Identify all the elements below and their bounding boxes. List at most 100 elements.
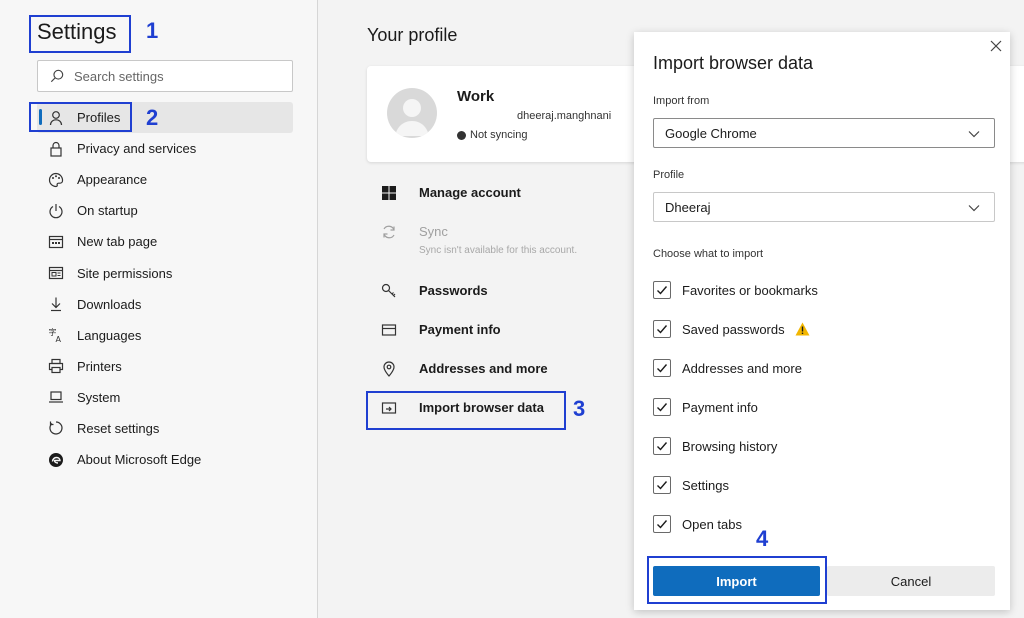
sync-item: Sync Sync isn't available for this accou…	[367, 224, 577, 256]
sidebar-item-new-tab[interactable]: New tab page	[37, 226, 293, 257]
location-icon	[377, 361, 401, 377]
checkmark-icon	[657, 286, 668, 295]
checkbox[interactable]	[653, 359, 671, 377]
sidebar-item-label: Appearance	[77, 172, 148, 188]
option-addresses[interactable]: Addresses and more	[653, 359, 802, 377]
sidebar-item-startup[interactable]: On startup	[37, 195, 293, 226]
sidebar-item-appearance[interactable]: Appearance	[37, 164, 293, 195]
languages-icon: 字A	[47, 326, 65, 344]
passwords-item[interactable]: Passwords	[367, 283, 488, 299]
checkmark-icon	[657, 364, 668, 373]
sidebar-item-label: Reset settings	[77, 420, 160, 436]
sidebar-item-downloads[interactable]: Downloads	[37, 289, 293, 320]
import-from-select[interactable]: Google Chrome	[653, 118, 995, 148]
sidebar-item-site-permissions[interactable]: Site permissions	[37, 257, 293, 288]
sidebar-item-label: Downloads	[77, 296, 142, 312]
sidebar-item-label: On startup	[77, 203, 138, 219]
option-favorites[interactable]: Favorites or bookmarks	[653, 281, 818, 299]
cancel-button[interactable]: Cancel	[827, 566, 995, 596]
reset-icon	[47, 419, 65, 437]
sidebar-item-printers[interactable]: Printers	[37, 351, 293, 382]
sidebar-item-label: Privacy and services	[77, 141, 197, 157]
option-label: Addresses and more	[682, 360, 802, 376]
passwords-label: Passwords	[419, 283, 488, 298]
manage-account-item[interactable]: Manage account	[367, 185, 521, 201]
sidebar-item-label: New tab page	[77, 234, 158, 250]
sync-off-icon	[457, 130, 466, 140]
search-icon	[50, 69, 64, 83]
checkmark-icon	[657, 403, 668, 412]
profile-select[interactable]: Dheeraj	[653, 192, 995, 222]
checkmark-icon	[657, 325, 668, 334]
option-payment-info[interactable]: Payment info	[653, 398, 758, 416]
option-history[interactable]: Browsing history	[653, 437, 777, 455]
sidebar-item-label: Site permissions	[77, 265, 173, 281]
option-label: Payment info	[682, 399, 758, 415]
svg-text:A: A	[56, 335, 62, 343]
checkbox[interactable]	[653, 281, 671, 299]
sidebar-item-privacy[interactable]: Privacy and services	[37, 133, 293, 164]
option-passwords[interactable]: Saved passwords	[653, 320, 810, 338]
search-box[interactable]	[37, 60, 293, 92]
checkbox[interactable]	[653, 437, 671, 455]
option-open-tabs[interactable]: Open tabs	[653, 515, 742, 533]
checkmark-icon	[657, 442, 668, 451]
option-label: Favorites or bookmarks	[682, 282, 818, 298]
lock-icon	[47, 140, 65, 158]
power-icon	[47, 202, 65, 220]
sidebar-item-about[interactable]: About Microsoft Edge	[37, 444, 293, 475]
annotation-box-4	[647, 556, 827, 604]
search-input[interactable]	[74, 68, 274, 84]
option-settings[interactable]: Settings	[653, 476, 729, 494]
warning-icon	[795, 322, 810, 336]
annotation-box-2	[29, 102, 132, 132]
profile-label: Profile	[653, 169, 685, 181]
manage-account-label: Manage account	[419, 185, 521, 200]
avatar[interactable]	[387, 88, 437, 138]
chevron-down-icon	[968, 205, 980, 212]
site-permissions-icon	[47, 264, 65, 282]
payment-info-label: Payment info	[419, 322, 501, 337]
chevron-down-icon	[968, 131, 980, 138]
annotation-number-3: 3	[573, 396, 586, 421]
key-icon	[377, 283, 401, 299]
annotation-number-2: 2	[146, 105, 159, 130]
card-icon	[377, 322, 401, 338]
checkbox[interactable]	[653, 320, 671, 338]
import-dialog: Import browser data Import from Google C…	[634, 32, 1010, 610]
edge-logo-icon	[47, 451, 65, 469]
annotation-number-1: 1	[146, 18, 159, 43]
sidebar-item-label: System	[77, 389, 121, 405]
checkbox[interactable]	[653, 515, 671, 533]
sync-icon	[377, 224, 401, 240]
settings-sidebar: Settings Profiles Privacy and services A…	[0, 0, 318, 618]
option-label: Settings	[682, 477, 729, 493]
addresses-item[interactable]: Addresses and more	[367, 361, 548, 377]
annotation-number-4: 4	[756, 526, 769, 551]
sync-status: Not syncing	[457, 129, 527, 141]
checkbox[interactable]	[653, 398, 671, 416]
checkmark-icon	[657, 481, 668, 490]
windows-icon	[377, 185, 401, 201]
sidebar-item-label: Languages	[77, 327, 142, 343]
profile-email: dheeraj.manghnani	[517, 110, 612, 122]
profile-name: Work	[457, 88, 495, 105]
sync-note: Sync isn't available for this account.	[419, 245, 578, 256]
dialog-title: Import browser data	[653, 53, 814, 73]
sidebar-item-label: About Microsoft Edge	[77, 452, 202, 468]
option-label: Saved passwords	[682, 321, 785, 337]
import-from-value: Google Chrome	[665, 125, 757, 141]
payment-info-item[interactable]: Payment info	[367, 322, 501, 338]
annotation-box-3	[366, 391, 566, 430]
choose-label: Choose what to import	[653, 248, 764, 260]
sidebar-item-reset[interactable]: Reset settings	[37, 413, 293, 444]
sync-status-text: Not syncing	[470, 129, 528, 141]
download-icon	[47, 295, 65, 313]
import-from-label: Import from	[653, 95, 710, 107]
sidebar-item-languages[interactable]: 字A Languages	[37, 320, 293, 351]
checkbox[interactable]	[653, 476, 671, 494]
new-tab-icon	[47, 233, 65, 251]
sidebar-nav: Profiles Privacy and services Appearance…	[37, 102, 293, 475]
sidebar-item-system[interactable]: System	[37, 382, 293, 413]
close-icon[interactable]	[988, 38, 1004, 54]
